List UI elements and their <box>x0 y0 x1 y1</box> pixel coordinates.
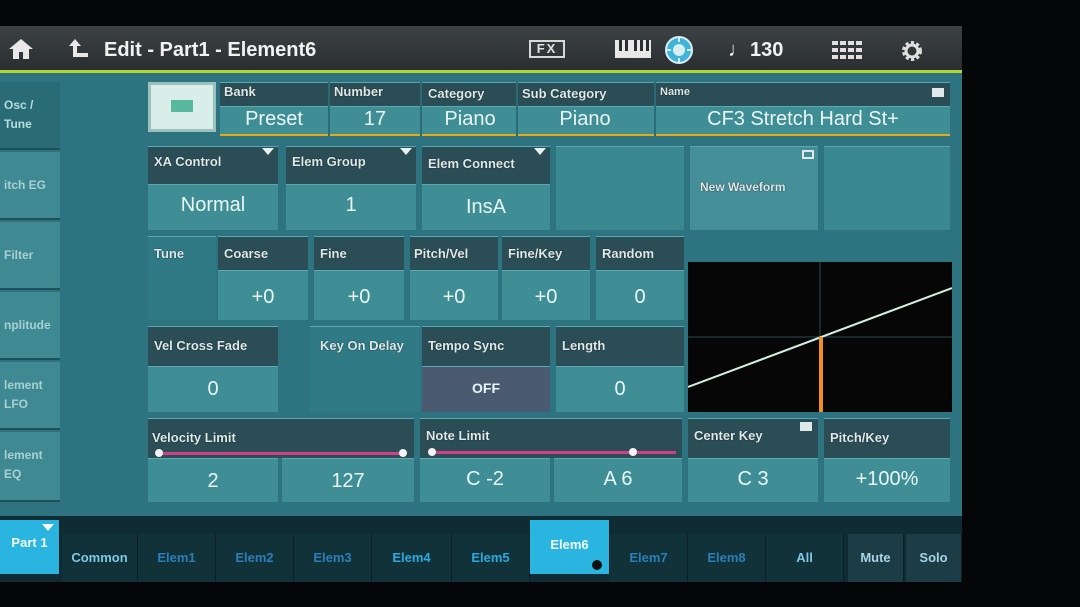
number-value[interactable]: 17 <box>330 108 420 131</box>
vel-cross-fade-label: Vel Cross Fade <box>154 338 248 353</box>
elem-connect-label: Elem Connect <box>428 156 515 171</box>
bank-label: Bank <box>224 84 256 99</box>
tune-label: Tune <box>154 246 185 261</box>
sidebar-item-pitch-eg[interactable]: itch EG <box>0 152 60 220</box>
velocity-low-handle[interactable] <box>155 449 163 457</box>
key-on-delay-label: Key On Delay <box>320 338 404 353</box>
chevron-down-icon <box>42 524 54 531</box>
note-low-handle[interactable] <box>428 448 436 456</box>
subcategory-value[interactable]: Piano <box>518 108 652 131</box>
fine-key-value[interactable]: +0 <box>502 286 590 309</box>
pitch-key-curve <box>687 262 953 412</box>
sidebar-item-osc-tune[interactable]: Osc / Tune <box>0 82 60 150</box>
tab-elem1[interactable]: Elem1 <box>138 534 216 582</box>
tab-part-1[interactable]: Part 1 <box>0 520 60 574</box>
tab-elem6[interactable]: Elem6 <box>530 520 610 574</box>
length-value[interactable]: 0 <box>556 378 684 401</box>
fine-value[interactable]: +0 <box>314 286 404 309</box>
tab-all[interactable]: All <box>766 534 844 582</box>
note-high-handle[interactable] <box>629 448 637 456</box>
number-label: Number <box>334 84 384 99</box>
vel-cross-fade-value[interactable]: 0 <box>148 378 278 401</box>
home-icon[interactable] <box>8 38 34 60</box>
center-key-label: Center Key <box>694 428 763 443</box>
empty-slot-right <box>824 146 950 230</box>
random-value[interactable]: 0 <box>596 286 684 309</box>
note-low-value[interactable]: C -2 <box>420 468 550 491</box>
note-range-bar[interactable] <box>432 451 676 454</box>
tab-elem5[interactable]: Elem5 <box>452 534 530 582</box>
element-switch[interactable] <box>148 82 216 132</box>
tab-elem4[interactable]: Elem4 <box>372 534 452 582</box>
bank-value[interactable]: Preset <box>222 108 326 131</box>
tab-common[interactable]: Common <box>62 534 138 582</box>
tab-elem3[interactable]: Elem3 <box>294 534 372 582</box>
tab-elem7[interactable]: Elem7 <box>610 534 688 582</box>
xa-control-label: XA Control <box>154 154 222 169</box>
fine-label: Fine <box>320 246 347 261</box>
note-icon: ♩ <box>728 39 748 61</box>
elem-connect-value[interactable]: InsA <box>422 196 550 219</box>
grid-icon[interactable] <box>832 41 864 59</box>
up-arrow-icon[interactable] <box>68 38 92 60</box>
tab-elem2[interactable]: Elem2 <box>216 534 294 582</box>
pitch-key-label: Pitch/Key <box>830 430 890 445</box>
pitch-vel-label: Pitch/Vel <box>414 246 469 261</box>
chevron-down-icon <box>534 148 546 155</box>
name-label: Name <box>660 86 690 98</box>
tempo-value[interactable]: 130 <box>750 39 783 62</box>
subcategory-label: Sub Category <box>522 86 607 101</box>
coarse-value[interactable]: +0 <box>218 286 308 309</box>
velocity-limit-label: Velocity Limit <box>152 430 236 445</box>
top-bar: Edit - Part1 - Element6 FX ♩ 130 <box>0 26 962 73</box>
dial-icon[interactable] <box>664 35 694 65</box>
random-label: Random <box>602 246 654 261</box>
active-dot-icon <box>592 560 602 570</box>
tempo-sync-label: Tempo Sync <box>428 338 505 353</box>
elem-group-label: Elem Group <box>292 154 366 169</box>
coarse-label: Coarse <box>224 246 269 261</box>
keyboard-icon[interactable] <box>614 39 652 59</box>
solo-button[interactable]: Solo <box>906 534 962 582</box>
keyboard-entry-icon[interactable] <box>800 422 812 431</box>
keyboard-entry-icon[interactable] <box>932 88 944 97</box>
synth-screen: Edit - Part1 - Element6 FX ♩ 130 Osc / T… <box>0 26 962 582</box>
mute-button[interactable]: Mute <box>848 534 904 582</box>
center-key-value[interactable]: C 3 <box>688 468 818 491</box>
pitch-key-graph <box>687 262 953 412</box>
element-switch-indicator <box>171 100 193 112</box>
sidebar-item-amplitude[interactable]: nplitude <box>0 292 60 360</box>
empty-slot <box>556 146 684 230</box>
sidebar-item-element-lfo[interactable]: lement LFO <box>0 362 60 430</box>
fine-key-label: Fine/Key <box>508 246 563 261</box>
velocity-high-handle[interactable] <box>399 449 407 457</box>
length-label: Length <box>562 338 606 353</box>
velocity-range-bar[interactable] <box>158 452 404 455</box>
gear-icon[interactable] <box>900 39 924 63</box>
xa-control-value[interactable]: Normal <box>148 194 278 217</box>
velocity-low-value[interactable]: 2 <box>148 470 278 493</box>
velocity-high-value[interactable]: 127 <box>282 470 414 493</box>
chevron-down-icon <box>262 148 274 155</box>
category-label: Category <box>428 86 485 101</box>
tempo-sync-value[interactable]: OFF <box>422 380 550 396</box>
category-value[interactable]: Piano <box>422 108 518 131</box>
note-high-value[interactable]: A 6 <box>554 468 682 491</box>
name-value[interactable]: CF3 Stretch Hard St+ <box>656 108 950 131</box>
pitch-key-value[interactable]: +100% <box>824 468 950 491</box>
sidebar-item-element-eq[interactable]: lement EQ <box>0 432 60 502</box>
page-title: Edit - Part1 - Element6 <box>104 39 317 61</box>
fx-button[interactable]: FX <box>529 40 565 58</box>
tab-elem8[interactable]: Elem8 <box>688 534 766 582</box>
chevron-down-icon <box>400 148 412 155</box>
elem-group-value[interactable]: 1 <box>286 194 416 217</box>
sidebar-item-filter[interactable]: Filter <box>0 222 60 290</box>
pitch-vel-value[interactable]: +0 <box>410 286 498 309</box>
window-icon <box>802 150 814 159</box>
new-waveform-label: New Waveform <box>700 180 786 194</box>
note-limit-label: Note Limit <box>426 428 490 443</box>
